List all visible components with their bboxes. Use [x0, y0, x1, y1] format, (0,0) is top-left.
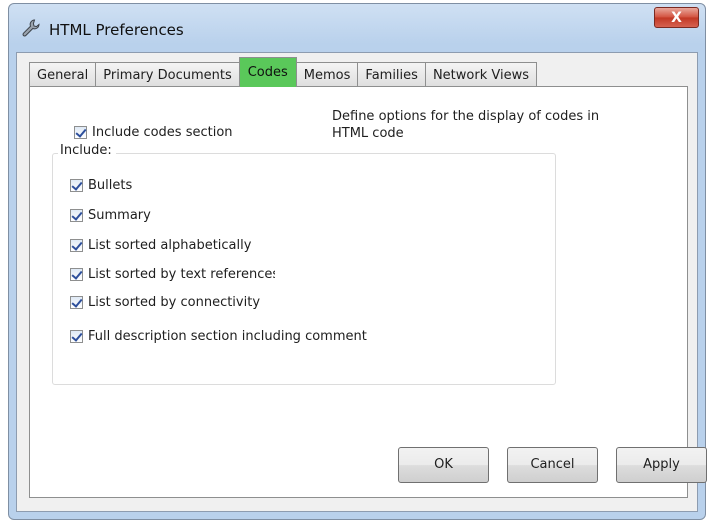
ok-button[interactable]: OK — [398, 447, 489, 483]
dialog-body: General Primary Documents Codes Memos Fa… — [16, 52, 707, 512]
list-sorted-alphabetically-label: List sorted alphabetically — [88, 238, 252, 253]
codes-tab-panel: Include codes section Define options for… — [29, 86, 707, 498]
checkbox-checked-icon — [70, 239, 83, 252]
list-sorted-by-text-references-label: List sorted by text references — [88, 267, 275, 282]
full-description-section-label: Full description section including comme… — [88, 329, 367, 344]
tab-codes[interactable]: Codes — [238, 57, 297, 87]
summary-label: Summary — [88, 208, 151, 223]
description-text: Define options for the display of codes … — [332, 109, 600, 141]
checkbox-checked-icon — [70, 296, 83, 309]
include-group-label: Include: — [58, 143, 116, 158]
list-sorted-alphabetically-checkbox[interactable]: List sorted alphabetically — [70, 238, 251, 253]
list-sorted-by-text-references-checkbox[interactable]: List sorted by text references — [70, 267, 275, 282]
summary-checkbox[interactable]: Summary — [70, 208, 151, 223]
include-codes-section-label: Include codes section — [92, 125, 233, 140]
full-description-section-checkbox[interactable]: Full description section including comme… — [70, 329, 367, 344]
include-codes-section-checkbox[interactable]: Include codes section — [74, 125, 233, 140]
tab-general[interactable]: General — [29, 62, 97, 87]
bullets-label: Bullets — [88, 178, 133, 193]
checkbox-checked-icon — [74, 126, 87, 139]
checkbox-checked-icon — [70, 268, 83, 281]
list-sorted-by-connectivity-label: List sorted by connectivity — [88, 295, 261, 310]
preferences-dialog: HTML Preferences X General Primary Docum… — [8, 3, 707, 520]
bullets-checkbox[interactable]: Bullets — [70, 178, 132, 193]
checkbox-checked-icon — [70, 209, 83, 222]
checkbox-checked-icon — [70, 179, 83, 192]
tab-network-views[interactable]: Network Views — [424, 62, 537, 87]
window-title: HTML Preferences — [49, 21, 184, 39]
tab-primary-documents[interactable]: Primary Documents — [95, 62, 240, 87]
list-sorted-by-connectivity-checkbox[interactable]: List sorted by connectivity — [70, 295, 260, 310]
close-button[interactable]: X — [654, 7, 699, 28]
tab-memos[interactable]: Memos — [295, 62, 359, 87]
cancel-button[interactable]: Cancel — [507, 447, 598, 483]
checkbox-checked-icon — [70, 330, 83, 343]
wrench-icon — [22, 19, 40, 37]
tab-strip: General Primary Documents Codes Memos Fa… — [29, 57, 537, 87]
tab-families[interactable]: Families — [357, 62, 426, 87]
title-bar[interactable]: HTML Preferences X — [9, 4, 705, 48]
apply-button[interactable]: Apply — [616, 447, 707, 483]
